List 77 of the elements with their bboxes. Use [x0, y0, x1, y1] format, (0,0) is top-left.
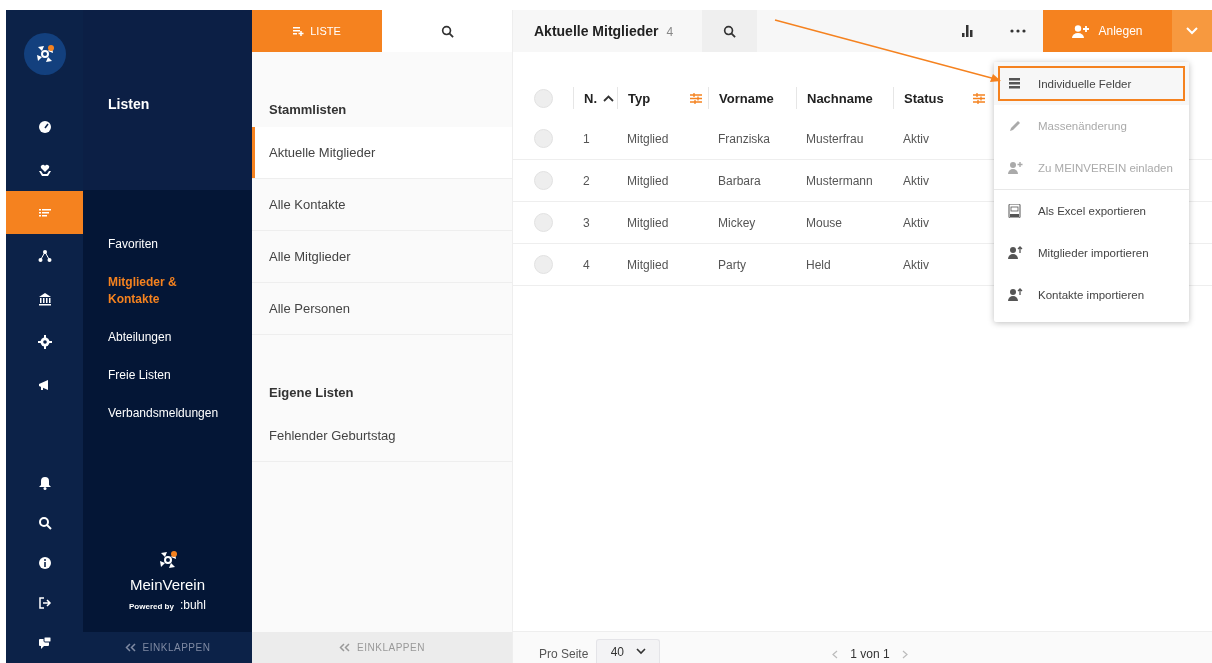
section-title: Listen	[108, 96, 150, 112]
chevron-down-icon	[636, 648, 647, 655]
section-title: Stammlisten	[268, 102, 348, 119]
row-checkbox[interactable]	[533, 213, 553, 232]
menu-item[interactable]: Kontakte importieren	[994, 274, 1189, 316]
column-header[interactable]: Status	[893, 87, 991, 109]
nav-item[interactable]: Freie Listen	[108, 367, 252, 384]
table-cell-text: Held	[805, 257, 832, 272]
select-all-checkbox[interactable]	[533, 88, 553, 108]
row-checkbox[interactable]	[533, 129, 553, 148]
list-item[interactable]: Alle Personen	[252, 283, 512, 335]
table-cell-text: 1	[582, 131, 591, 146]
table-cell-text: Mickey	[717, 215, 757, 230]
menu-item[interactable]: Als Excel exportieren	[994, 190, 1189, 232]
table-cell-text: Aktiv	[902, 131, 930, 146]
chevron-down-icon	[1186, 27, 1198, 35]
search-icon	[723, 24, 736, 38]
column-header[interactable]: Nachname	[796, 87, 893, 109]
table-cell-text: Mitglied	[626, 215, 670, 230]
brand-name: MeinVerein	[129, 576, 205, 593]
add-person-icon	[1072, 24, 1091, 38]
section-title: Eigene Listen	[268, 385, 355, 402]
row-checkbox[interactable]	[533, 171, 553, 190]
table-cell-text: Mustermann	[805, 173, 874, 188]
menu-item[interactable]: Individuelle Felder	[994, 62, 1189, 105]
count-label: 4	[666, 25, 674, 39]
double-chevron-icon	[339, 643, 352, 652]
per-page-label: Pro Seite	[539, 647, 589, 663]
person-upload-icon	[1008, 246, 1024, 260]
menu-item[interactable]: Mitglieder importieren	[994, 232, 1189, 274]
table-cell-text: Aktiv	[902, 215, 930, 230]
list-item[interactable]: Fehlender Geburtstag	[252, 410, 512, 462]
column-header[interactable]: Typ	[617, 87, 708, 109]
filter-icon[interactable]	[690, 92, 702, 104]
list-item[interactable]: Alle Mitglieder	[252, 231, 512, 283]
sort-caret-icon	[603, 94, 614, 102]
chevron-left-icon	[832, 650, 839, 659]
collapse-button[interactable]: EINKLAPPEN	[83, 632, 252, 663]
brand-name: :buhl	[179, 598, 206, 612]
table-cell-text: Mitglied	[626, 173, 670, 188]
add-person-icon	[1008, 161, 1024, 175]
table-cell-text: Musterfrau	[805, 131, 865, 146]
table-cell-text: Mitglied	[626, 257, 670, 272]
list-item[interactable]: Aktuelle Mitglieder	[252, 127, 512, 179]
more-icon	[1010, 29, 1026, 33]
column-header[interactable]: N.	[573, 87, 617, 109]
table-cell-text: Mouse	[805, 215, 844, 230]
spreadsheet-icon	[1008, 204, 1024, 218]
table-cell-text: Barbara	[717, 173, 762, 188]
list-add-icon	[293, 26, 305, 36]
chevron-right-icon	[901, 650, 908, 659]
logo-icon[interactable]	[23, 33, 66, 75]
page-indicator: 1 von 1	[850, 647, 890, 663]
search-icon	[440, 24, 454, 38]
nav-item[interactable]: Verbandsmeldungen	[108, 405, 252, 422]
nav-item[interactable]: Mitglieder & Kontakte	[108, 274, 252, 308]
table-cell-text: 4	[582, 257, 591, 272]
table-cell-text: 3	[582, 215, 591, 230]
column-header[interactable]: Vorname	[708, 87, 796, 109]
bar-chart-icon	[961, 25, 975, 37]
double-chevron-icon	[124, 643, 137, 652]
table-cell-text: 2	[582, 173, 591, 188]
row-checkbox[interactable]	[533, 255, 553, 274]
search-button[interactable]	[702, 10, 757, 52]
table-cell-text: Franziska	[717, 131, 771, 146]
table-cell-text: Aktiv	[902, 257, 930, 272]
table-cell-text: Party	[717, 257, 747, 272]
per-page-select[interactable]: 40	[596, 639, 661, 663]
list-item[interactable]: Alle Kontakte	[252, 179, 512, 231]
table-cell-text: Aktiv	[902, 173, 930, 188]
nav-item[interactable]: Favoriten	[108, 236, 252, 253]
nav-item[interactable]: Abteilungen	[108, 329, 252, 346]
filter-icon[interactable]	[973, 92, 985, 104]
person-upload-icon	[1008, 288, 1024, 302]
powered-by-label: Powered by	[129, 602, 174, 611]
list-title: Aktuelle Mitglieder	[534, 23, 659, 39]
table-cell-text: Mitglied	[626, 131, 670, 146]
